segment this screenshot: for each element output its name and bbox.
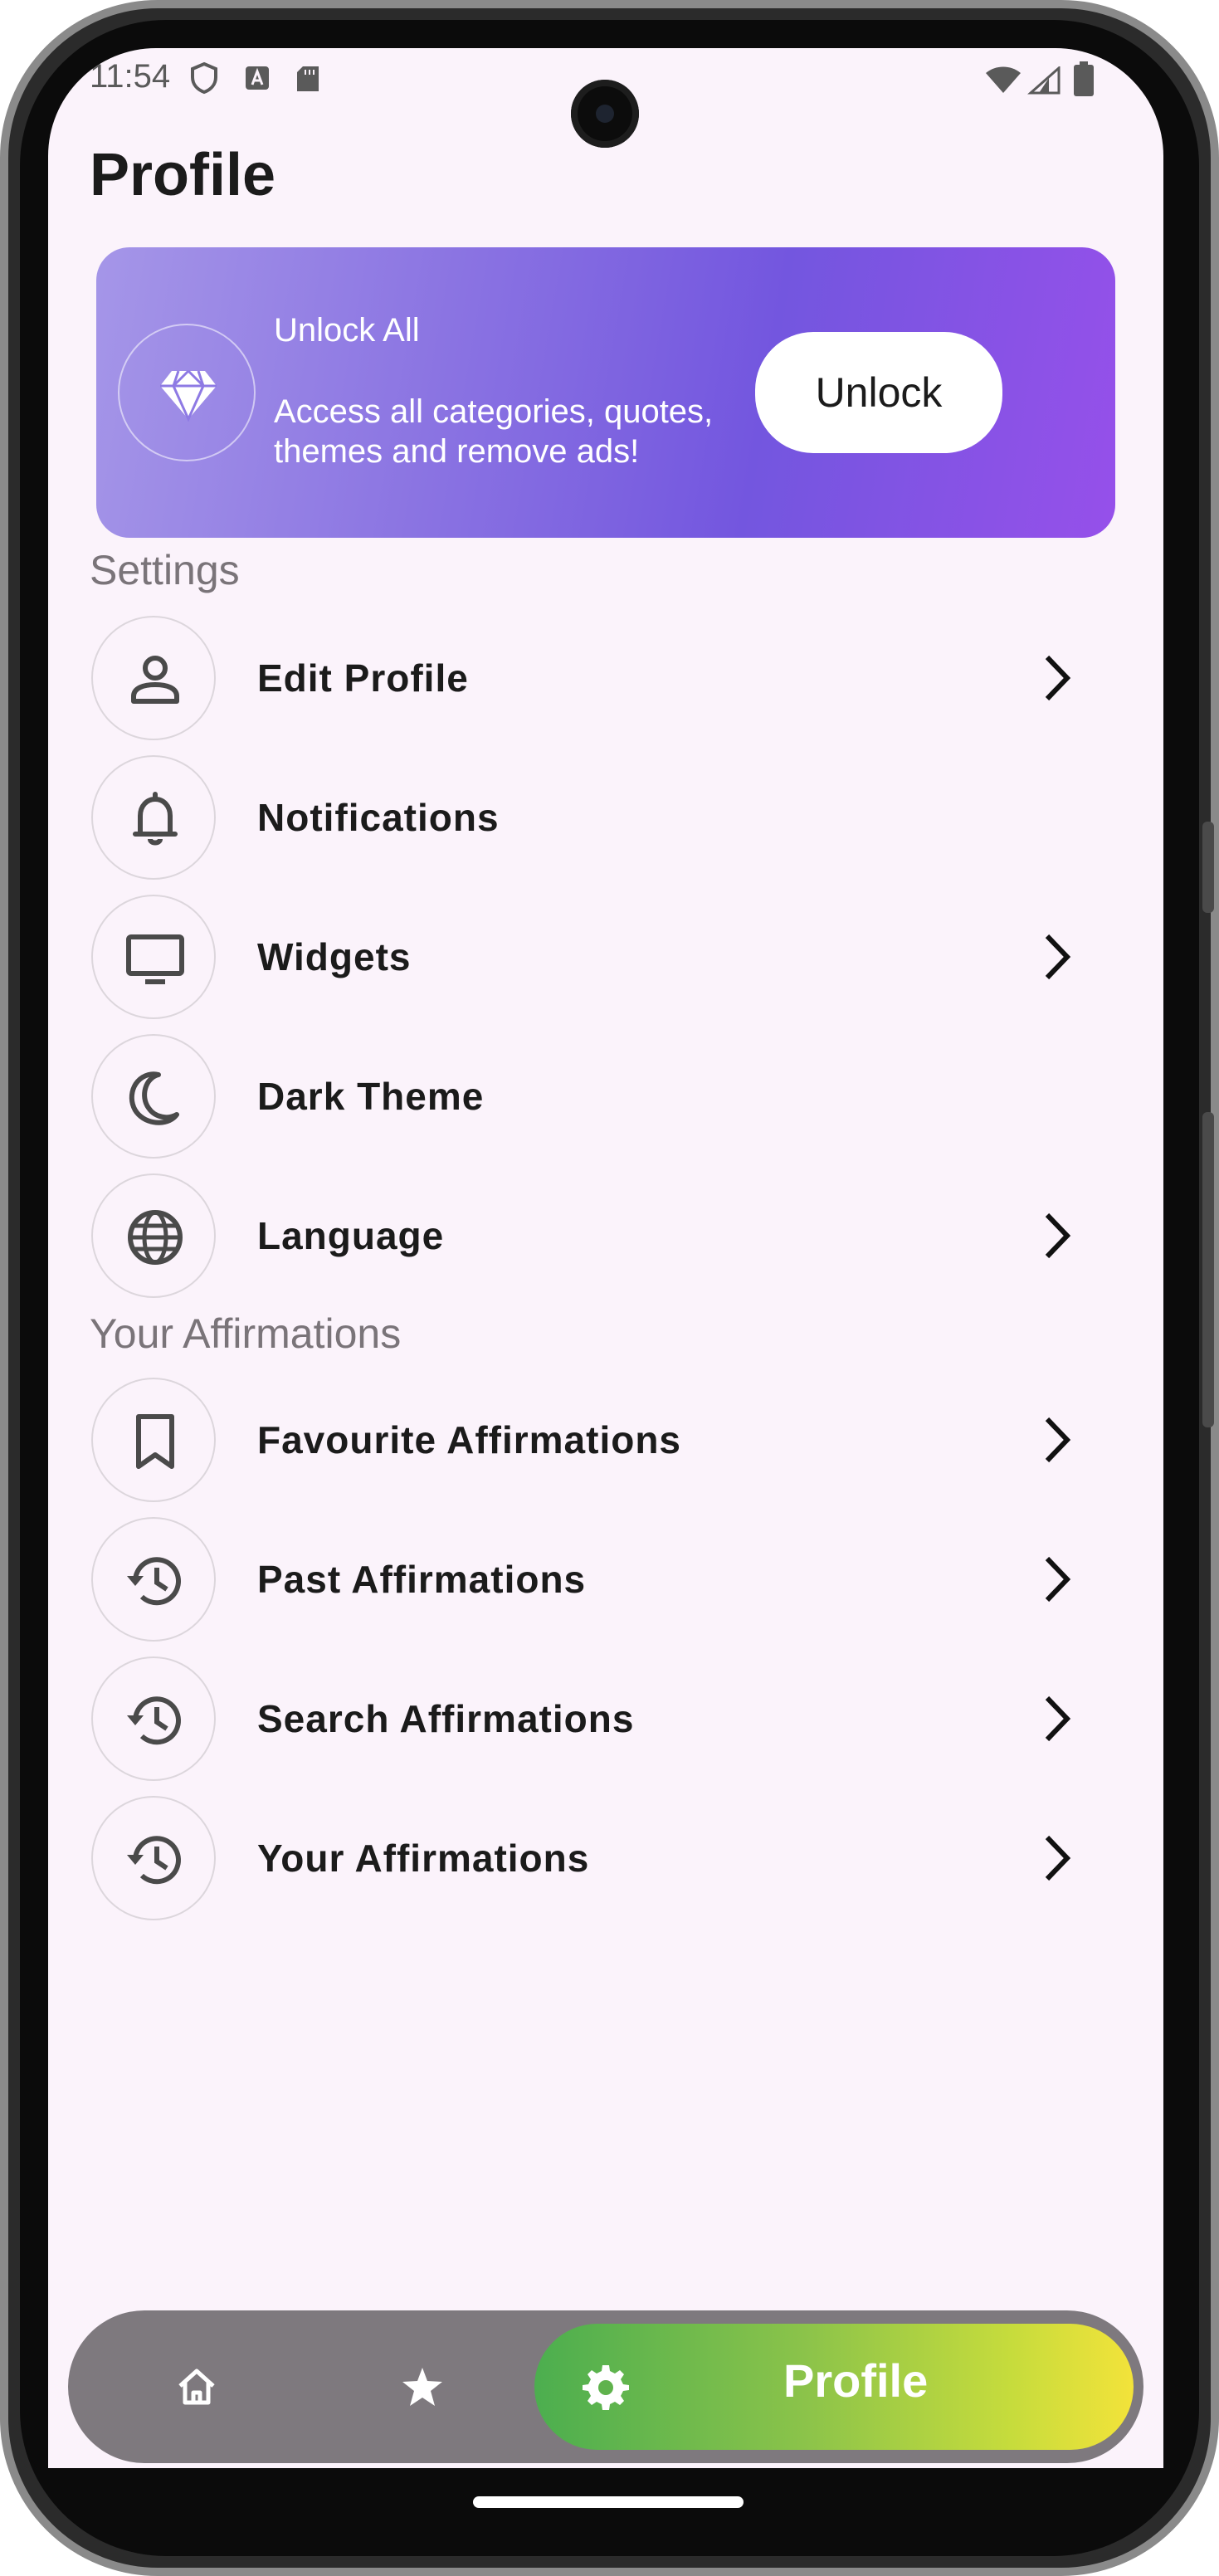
home-icon	[178, 2369, 215, 2405]
chevron-right-icon	[1041, 1832, 1074, 1888]
icon-circle	[91, 1173, 216, 1298]
gear-icon	[583, 2365, 629, 2410]
battery-icon	[1074, 61, 1094, 100]
list-item-label: Language	[257, 1214, 445, 1257]
list-item-label: Widgets	[257, 935, 412, 978]
icon-circle	[91, 1517, 216, 1642]
list-item-label: Past Affirmations	[257, 1558, 587, 1601]
nav-profile-label: Profile	[783, 2354, 929, 2407]
moon-icon	[129, 1071, 179, 1125]
side-button	[1202, 822, 1214, 913]
bookmark-icon	[136, 1414, 174, 1469]
diamond-icon-circle	[118, 324, 256, 461]
unlock-button[interactable]: Unlock	[755, 332, 1002, 453]
history-icon	[127, 1696, 181, 1745]
screen: 11:54 Profile Unlock All Access all cate…	[48, 48, 1163, 2468]
list-item-search-affirmations[interactable]: Search Affirmations	[91, 1656, 1120, 1781]
list-item-edit-profile[interactable]: Edit Profile	[91, 616, 1120, 740]
banner-title: Unlock All	[274, 312, 420, 349]
icon-circle	[91, 1656, 216, 1781]
list-item-label: Your Affirmations	[257, 1837, 590, 1880]
nav-home[interactable]	[134, 2310, 259, 2463]
icon-circle	[91, 895, 216, 1019]
text-a-icon	[244, 65, 271, 95]
bottom-nav: Profile	[68, 2310, 1143, 2463]
list-item-dark-theme[interactable]: Dark Theme	[91, 1034, 1120, 1159]
icon-circle	[91, 1796, 216, 1920]
front-camera	[571, 80, 639, 148]
history-icon	[127, 1836, 181, 1885]
icon-circle	[91, 755, 216, 880]
page-title: Profile	[90, 142, 276, 208]
bell-icon	[133, 792, 178, 846]
list-item-favourite-affirmations[interactable]: Favourite Affirmations	[91, 1378, 1120, 1502]
signal-icon	[1027, 65, 1061, 99]
wifi-icon	[984, 66, 1022, 99]
banner-description: Access all categories, quotes, themes an…	[274, 393, 714, 470]
icon-circle	[91, 1378, 216, 1502]
list-item-label: Dark Theme	[257, 1075, 485, 1118]
list-item-your-affirmations[interactable]: Your Affirmations	[91, 1796, 1120, 1920]
chevron-right-icon	[1041, 931, 1074, 987]
star-icon	[402, 2368, 442, 2406]
globe-icon	[128, 1210, 183, 1265]
icon-circle	[91, 1034, 216, 1159]
list-item-label: Search Affirmations	[257, 1697, 635, 1740]
chevron-right-icon	[1041, 1210, 1074, 1266]
home-indicator[interactable]	[473, 2496, 744, 2508]
icon-circle	[91, 616, 216, 740]
shield-icon	[189, 61, 219, 99]
chevron-right-icon	[1041, 1693, 1074, 1749]
list-item-label: Notifications	[257, 796, 500, 839]
list-item-label: Favourite Affirmations	[257, 1418, 682, 1461]
diamond-icon	[160, 369, 217, 422]
nav-favourites[interactable]	[360, 2310, 485, 2463]
chevron-right-icon	[1041, 1554, 1074, 1609]
unlock-banner[interactable]: Unlock All Access all categories, quotes…	[96, 247, 1115, 538]
list-item-past-affirmations[interactable]: Past Affirmations	[91, 1517, 1120, 1642]
chevron-right-icon	[1041, 1414, 1074, 1470]
history-icon	[127, 1557, 181, 1606]
settings-section-title: Settings	[90, 547, 240, 593]
list-item-language[interactable]: Language	[91, 1173, 1120, 1298]
monitor-icon	[126, 934, 184, 984]
affirmations-section-title: Your Affirmations	[90, 1310, 402, 1357]
nav-profile[interactable]: Profile	[534, 2324, 1134, 2450]
sd-card-icon	[295, 65, 320, 97]
side-button	[1202, 1112, 1214, 1427]
list-item-notifications[interactable]: Notifications	[91, 755, 1120, 880]
status-time: 11:54	[90, 58, 171, 95]
list-item-widgets[interactable]: Widgets	[91, 895, 1120, 1019]
list-item-label: Edit Profile	[257, 656, 469, 700]
chevron-right-icon	[1041, 652, 1074, 708]
person-icon	[131, 656, 179, 704]
